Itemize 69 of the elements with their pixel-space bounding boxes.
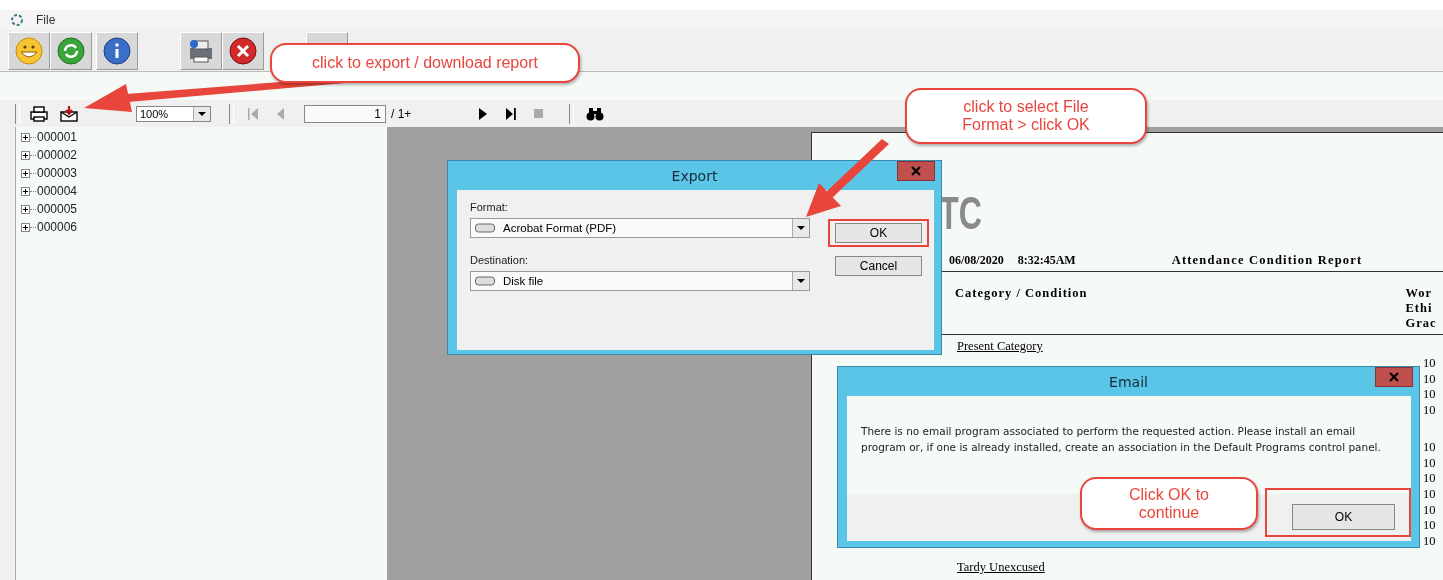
table-cell-text: 10 bbox=[1423, 356, 1437, 372]
close-icon bbox=[1389, 372, 1399, 382]
message-text: There is no email program associated to perform the requested action. Please install an email program or, if one is already installed, create an association in the Default Programs control panel. bbox=[861, 424, 1381, 455]
table-cell-text: 10 bbox=[1423, 455, 1437, 472]
search-icon[interactable] bbox=[586, 106, 604, 121]
table-cell-text: 10 bbox=[1423, 471, 1437, 487]
printer-button[interactable] bbox=[180, 32, 222, 70]
dialog-title: Email bbox=[1109, 373, 1148, 390]
table-cell-text: 10 bbox=[1423, 403, 1437, 419]
callout-tooltip: click to select File Format > click OK bbox=[905, 88, 1147, 144]
expand-toggle[interactable] bbox=[21, 204, 30, 214]
column-header: Grac bbox=[1405, 316, 1437, 331]
dialog-button[interactable]: OK bbox=[835, 223, 922, 243]
table-cell-text: 10 bbox=[1423, 371, 1437, 388]
column-header: Wor bbox=[1405, 286, 1434, 301]
report-date: 06/08/2020 bbox=[949, 253, 1004, 268]
refresh-button[interactable] bbox=[50, 32, 92, 70]
callout-tooltip: Click OK to continue bbox=[1080, 477, 1258, 530]
dialog-button[interactable]: Cancel bbox=[835, 256, 922, 276]
drive-icon bbox=[475, 223, 495, 233]
category-heading: Tardy Unexcused bbox=[957, 560, 1045, 575]
smiley-button[interactable] bbox=[8, 32, 50, 70]
report-title: Attendance Condition Report bbox=[1171, 253, 1363, 268]
page-number-field[interactable]: 1 bbox=[304, 104, 386, 123]
drive-icon bbox=[475, 276, 495, 286]
expand-toggle[interactable] bbox=[21, 222, 30, 232]
tree-item[interactable]: 000004 bbox=[37, 184, 78, 198]
table-cell-text: 10 bbox=[1423, 534, 1437, 550]
field-label: Destination: bbox=[470, 253, 530, 268]
page-count: / 1+ bbox=[391, 106, 413, 121]
expand-toggle[interactable] bbox=[21, 186, 30, 196]
destination-dropdown[interactable]: Disk file bbox=[470, 271, 810, 291]
dialog-title: Export bbox=[671, 167, 718, 184]
tree-item[interactable]: 000001 bbox=[37, 130, 78, 144]
tree-item[interactable]: 000002 bbox=[37, 148, 78, 162]
expand-toggle[interactable] bbox=[21, 168, 30, 178]
zoom-dropdown[interactable]: 100% bbox=[136, 105, 211, 122]
last-page-icon[interactable] bbox=[506, 107, 516, 120]
next-page-icon[interactable] bbox=[478, 107, 488, 120]
info-button[interactable] bbox=[96, 32, 138, 70]
tree-item[interactable]: 000005 bbox=[37, 202, 78, 216]
expand-toggle[interactable] bbox=[21, 150, 30, 160]
callout-tooltip: click to export / download report bbox=[270, 43, 580, 83]
field-label: Format: bbox=[470, 200, 509, 215]
column-header: Ethi bbox=[1405, 301, 1434, 316]
caret-icon bbox=[198, 111, 206, 116]
tree-item[interactable]: 000006 bbox=[37, 220, 78, 234]
app-icon bbox=[10, 13, 24, 27]
export-envelope-icon[interactable] bbox=[60, 105, 78, 122]
dialog-button[interactable]: OK bbox=[1292, 504, 1395, 530]
caret-icon bbox=[797, 279, 805, 283]
category-heading: Present Category bbox=[957, 339, 1044, 354]
caret-icon bbox=[797, 226, 805, 230]
table-cell-text: 10 bbox=[1423, 502, 1437, 519]
print-icon[interactable] bbox=[30, 105, 48, 122]
column-header: Category / Condition bbox=[955, 286, 1088, 302]
report-time: 8:32:45AM bbox=[1017, 253, 1076, 268]
format-dropdown[interactable]: Acrobat Format (PDF) bbox=[470, 218, 810, 238]
table-cell-text: 10 bbox=[1423, 518, 1437, 535]
expand-toggle[interactable] bbox=[21, 132, 30, 142]
close-icon bbox=[911, 166, 921, 176]
table-cell-text: 10 bbox=[1423, 486, 1437, 503]
table-cell-text: 10 bbox=[1423, 439, 1437, 456]
report-logo: TC bbox=[939, 186, 983, 241]
tree-item[interactable]: 000003 bbox=[37, 166, 78, 180]
menu-item[interactable]: File bbox=[36, 13, 56, 27]
close-button[interactable] bbox=[897, 161, 935, 181]
close-button[interactable] bbox=[1375, 367, 1413, 387]
table-cell-text: 10 bbox=[1423, 387, 1437, 404]
